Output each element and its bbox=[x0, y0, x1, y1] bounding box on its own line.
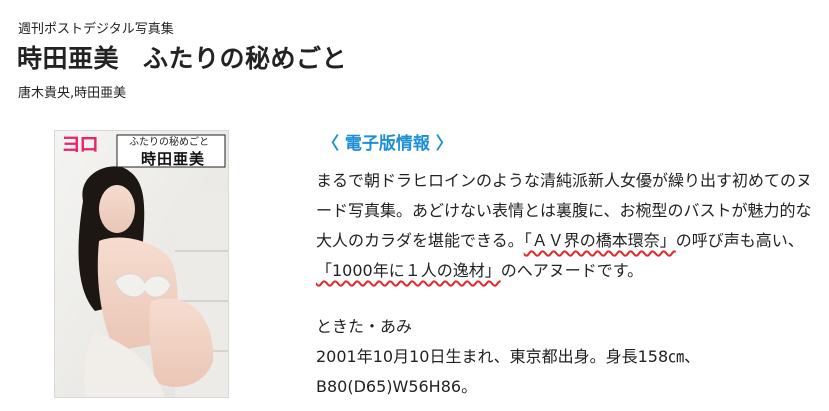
profile-birth: 2001年10月10日生まれ、東京都出身。身長158㎝、 bbox=[316, 347, 701, 366]
desc-line-2: ード写真集。あどけない表情とは裏腹に、お椀型のバストが魅力的な bbox=[316, 201, 812, 220]
cover-subtitle: ふたりの秘めごと bbox=[129, 137, 209, 148]
desc-line-3-post: の呼び声も高い、 bbox=[675, 231, 804, 250]
cover-logo: ヨロ bbox=[61, 132, 99, 156]
section-heading: 〈 電子版情報 〉 bbox=[322, 134, 453, 154]
desc-line-3: 大人のカラダを堪能できる。「ＡＶ界の橋本環奈」の呼び声も高い、 bbox=[316, 226, 824, 256]
description: まるで朝ドラヒロインのような清純派新人女優が繰り出す初めてのヌ ード写真集。あど… bbox=[316, 166, 824, 286]
series-label: 週刊ポストデジタル写真集 bbox=[18, 22, 174, 37]
profile: ときた・あみ 2001年10月10日生まれ、東京都出身。身長158㎝、 B80(… bbox=[316, 312, 824, 402]
title-main: 時田亜美 bbox=[17, 44, 120, 73]
highlight-phrase-2: 「1000年に１人の逸材」 bbox=[316, 261, 501, 280]
title-sub: ふたりの秘めごと bbox=[143, 44, 348, 73]
profile-name-reading: ときた・あみ bbox=[316, 317, 413, 336]
desc-line-4: 「1000年に１人の逸材」のへアヌードです。 bbox=[316, 256, 824, 286]
authors[interactable]: 唐木貴央,時田亜美 bbox=[18, 86, 126, 102]
desc-line-3-pre: 大人のカラダを堪能できる。 bbox=[316, 231, 524, 250]
page-title: 時田亜美 ふたりの秘めごと bbox=[17, 42, 347, 76]
cover-name: 時田亜美 bbox=[141, 150, 206, 168]
desc-line-4-post: のへアヌードです。 bbox=[500, 261, 644, 280]
highlight-phrase-1: 「ＡＶ界の橋本環奈」 bbox=[523, 231, 676, 250]
profile-measurements: B80(D65)W56H86。 bbox=[316, 377, 478, 396]
cover-image[interactable]: ヨロ ふたりの秘めごと 時田亜美 bbox=[54, 130, 229, 398]
desc-line-1: まるで朝ドラヒロインのような清純派新人女優が繰り出す初めてのヌ bbox=[316, 171, 813, 190]
